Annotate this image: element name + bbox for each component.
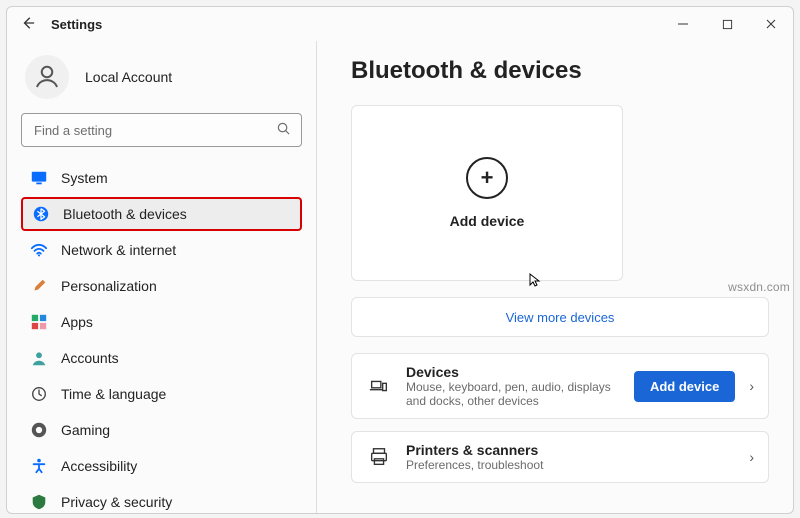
add-device-button[interactable]: Add device bbox=[634, 371, 735, 402]
account-block[interactable]: Local Account bbox=[21, 47, 302, 113]
apps-icon bbox=[29, 312, 49, 332]
wifi-icon bbox=[29, 240, 49, 260]
row-printers-scanners[interactable]: Printers & scanners Preferences, trouble… bbox=[351, 431, 769, 483]
row-title: Devices bbox=[406, 364, 620, 380]
main-content: Bluetooth & devices + Add device View mo… bbox=[317, 41, 793, 513]
sidebar-item-label: Accessibility bbox=[61, 458, 137, 474]
add-device-tile[interactable]: + Add device bbox=[351, 105, 623, 281]
sidebar-item-label: Bluetooth & devices bbox=[63, 206, 187, 222]
gaming-icon bbox=[29, 420, 49, 440]
sidebar-item-label: Apps bbox=[61, 314, 93, 330]
minimize-button[interactable] bbox=[661, 7, 705, 41]
sidebar: Local Account System Bluetooth & devices bbox=[7, 41, 317, 513]
sidebar-item-bluetooth[interactable]: Bluetooth & devices bbox=[21, 197, 302, 231]
arrow-left-icon bbox=[21, 16, 35, 30]
row-title: Printers & scanners bbox=[406, 442, 735, 458]
sidebar-item-accessibility[interactable]: Accessibility bbox=[21, 449, 302, 483]
sidebar-item-system[interactable]: System bbox=[21, 161, 302, 195]
sidebar-item-label: Personalization bbox=[61, 278, 157, 294]
plus-circle-icon: + bbox=[466, 157, 508, 199]
sidebar-nav: System Bluetooth & devices Network & int… bbox=[21, 161, 302, 513]
sidebar-item-personalization[interactable]: Personalization bbox=[21, 269, 302, 303]
sidebar-item-apps[interactable]: Apps bbox=[21, 305, 302, 339]
sidebar-item-time[interactable]: Time & language bbox=[21, 377, 302, 411]
sidebar-item-accounts[interactable]: Accounts bbox=[21, 341, 302, 375]
account-name: Local Account bbox=[85, 69, 172, 85]
row-subtitle: Mouse, keyboard, pen, audio, displays an… bbox=[406, 380, 620, 408]
sidebar-item-label: Network & internet bbox=[61, 242, 176, 258]
accessibility-icon bbox=[29, 456, 49, 476]
search-input[interactable] bbox=[32, 122, 276, 139]
avatar bbox=[25, 55, 69, 99]
shield-icon bbox=[29, 492, 49, 512]
close-button[interactable] bbox=[749, 7, 793, 41]
row-devices[interactable]: Devices Mouse, keyboard, pen, audio, dis… bbox=[351, 353, 769, 419]
clock-globe-icon bbox=[29, 384, 49, 404]
sidebar-item-label: System bbox=[61, 170, 108, 186]
sidebar-item-label: Privacy & security bbox=[61, 494, 172, 510]
accounts-icon bbox=[29, 348, 49, 368]
maximize-icon bbox=[722, 19, 733, 30]
user-icon bbox=[32, 62, 62, 92]
paintbrush-icon bbox=[29, 276, 49, 296]
monitor-icon bbox=[29, 168, 49, 188]
close-icon bbox=[765, 18, 777, 30]
settings-window: Settings Local Account bbox=[6, 6, 794, 514]
maximize-button[interactable] bbox=[705, 7, 749, 41]
sidebar-item-label: Accounts bbox=[61, 350, 119, 366]
window-title: Settings bbox=[51, 17, 102, 32]
search-icon bbox=[276, 121, 291, 139]
sidebar-item-network[interactable]: Network & internet bbox=[21, 233, 302, 267]
sidebar-item-gaming[interactable]: Gaming bbox=[21, 413, 302, 447]
titlebar: Settings bbox=[7, 7, 793, 41]
watermark: wsxdn.com bbox=[728, 280, 790, 294]
sidebar-item-privacy[interactable]: Privacy & security bbox=[21, 485, 302, 513]
printer-icon bbox=[366, 446, 392, 468]
view-more-label: View more devices bbox=[506, 310, 615, 325]
row-subtitle: Preferences, troubleshoot bbox=[406, 458, 735, 472]
minimize-icon bbox=[677, 18, 689, 30]
sidebar-item-label: Time & language bbox=[61, 386, 166, 402]
view-more-devices-button[interactable]: View more devices bbox=[351, 297, 769, 337]
page-title: Bluetooth & devices bbox=[351, 57, 769, 85]
bluetooth-icon bbox=[31, 204, 51, 224]
chevron-right-icon: › bbox=[749, 449, 754, 465]
back-button[interactable] bbox=[17, 16, 39, 33]
add-device-label: Add device bbox=[450, 213, 525, 229]
sidebar-item-label: Gaming bbox=[61, 422, 110, 438]
chevron-right-icon: › bbox=[749, 378, 754, 394]
devices-icon bbox=[366, 375, 392, 397]
search-box[interactable] bbox=[21, 113, 302, 147]
